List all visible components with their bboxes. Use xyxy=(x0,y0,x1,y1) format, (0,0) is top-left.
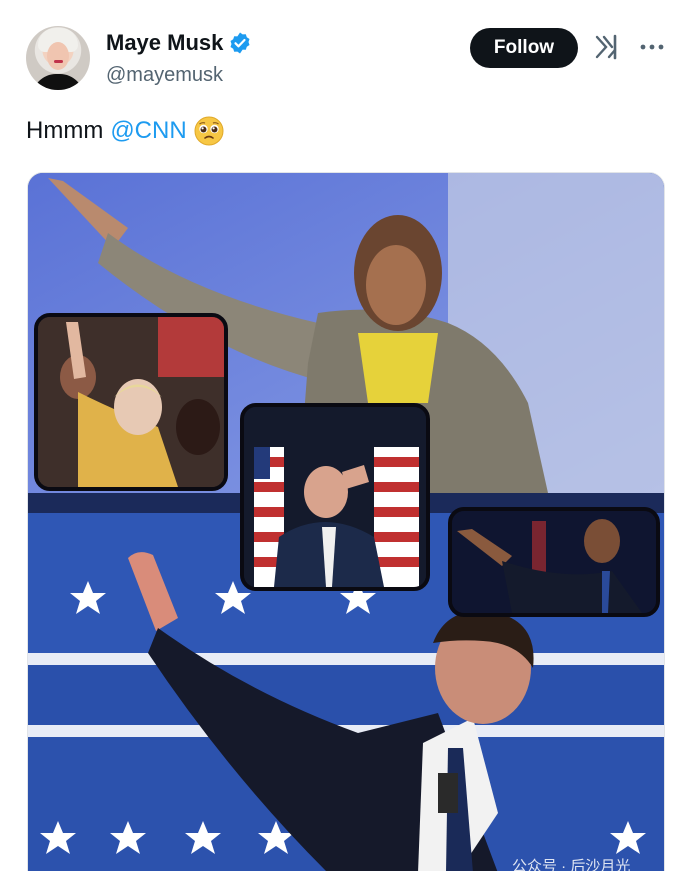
avatar-shirt xyxy=(32,74,84,90)
post-header: Maye Musk @mayemusk Follow xyxy=(26,24,666,94)
author-display-name[interactable]: Maye Musk xyxy=(106,30,223,56)
inset-photo-1 xyxy=(34,313,228,491)
avatar-face xyxy=(47,42,69,70)
tweet-text: Hmmm @CNN xyxy=(26,116,224,146)
follow-button[interactable]: Follow xyxy=(470,28,578,68)
grok-icon[interactable] xyxy=(594,34,620,60)
watermark-text: 公众号 · 后沙月光 xyxy=(512,858,631,871)
author-handle[interactable]: @mayemusk xyxy=(106,64,223,87)
tweet-media-image[interactable]: 公众号 · 后沙月光 xyxy=(27,172,665,871)
inset-photo-3 xyxy=(448,507,660,617)
pleading-face-emoji-icon xyxy=(194,116,224,146)
verified-badge-icon xyxy=(228,31,252,55)
tweet-text-prefix: Hmmm xyxy=(26,117,104,144)
avatar-lips xyxy=(54,60,63,63)
author-name-row: Maye Musk xyxy=(106,30,252,56)
author-avatar[interactable] xyxy=(26,26,90,90)
more-options-icon[interactable] xyxy=(638,34,666,60)
mention-link[interactable]: @CNN xyxy=(110,117,186,145)
inset-photo-2 xyxy=(240,403,430,591)
